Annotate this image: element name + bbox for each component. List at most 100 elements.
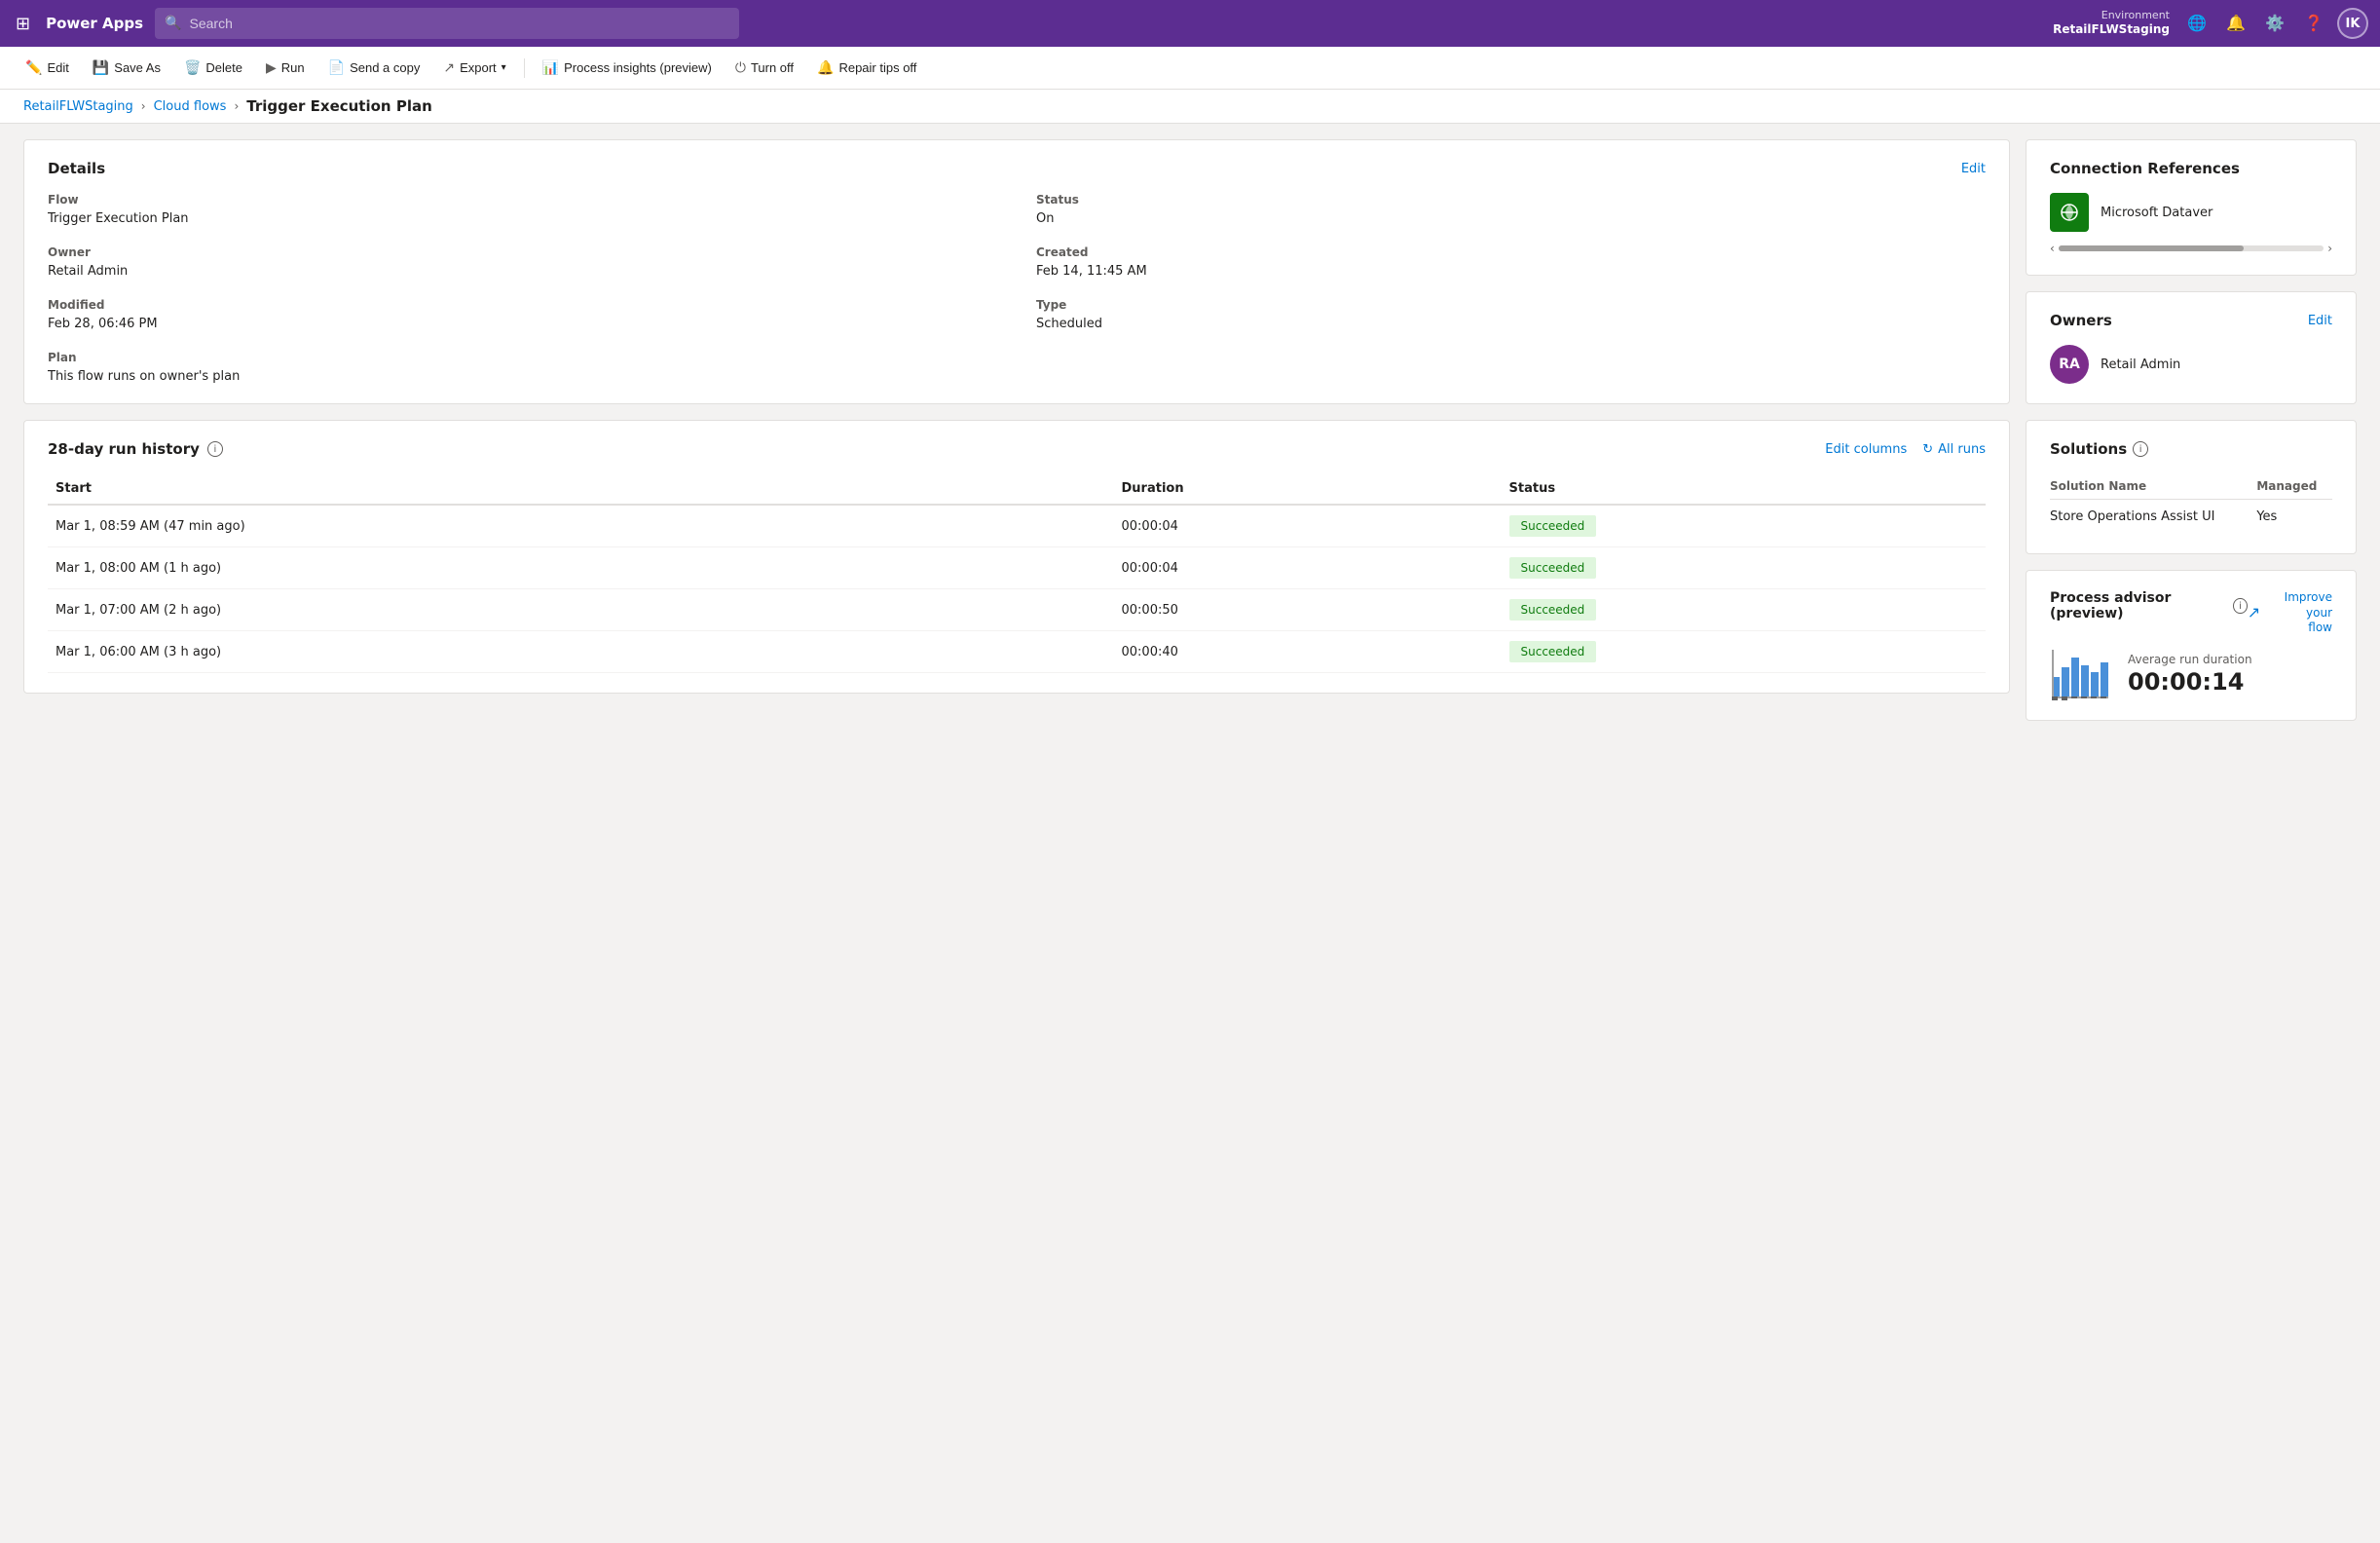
details-card-header: Details Edit [48,160,1986,177]
col-duration: Duration [1114,473,1502,505]
history-header: 28-day run history i Edit columns ↻ All … [48,440,1986,458]
owners-card: Owners Edit RA Retail Admin [2026,291,2357,404]
owners-edit-link[interactable]: Edit [2308,314,2332,328]
improve-flow-link[interactable]: ↗ Improve your flow [2248,590,2332,636]
details-edit-link[interactable]: Edit [1961,162,1986,176]
delete-button[interactable]: 🗑️ Delete [174,54,252,82]
col-start: Start [48,473,1114,505]
right-column: Connection References Microsoft Dataver … [2026,139,2357,1523]
scroll-thumb [2059,245,2245,251]
help-icon-btn[interactable]: ❓ [2298,8,2329,39]
toolbar-separator [524,58,525,78]
waffle-icon[interactable]: ⊞ [12,10,34,38]
edit-button[interactable]: ✏️ Edit [16,54,79,82]
owners-title: Owners [2050,312,2112,329]
status-value: On [1036,211,1054,226]
process-advisor-title: Process advisor (preview) [2050,590,2227,621]
detail-owner: Owner Retail Admin [48,245,997,279]
export-chevron-icon: ▾ [502,62,506,73]
detail-created: Created Feb 14, 11:45 AM [1036,245,1986,279]
owner-avatar: RA [2050,345,2089,384]
scroll-right-arrow[interactable]: › [2327,242,2332,255]
environment-icon-btn[interactable]: 🌐 [2181,8,2213,39]
left-column: Details Edit Flow Trigger Execution Plan… [23,139,2010,1523]
solutions-card: Solutions i Solution Name Managed Store … [2026,420,2357,554]
table-row[interactable]: Mar 1, 06:00 AM (3 h ago) 00:00:40 Succe… [48,631,1986,673]
run-duration: 00:00:50 [1114,589,1502,631]
process-insights-icon: 📊 [542,59,559,76]
status-label: Status [1036,193,1986,207]
process-chart-icon [2050,648,2112,700]
owner-item: RA Retail Admin [2050,345,2332,384]
solution-managed: Yes [2256,500,2332,535]
app-logo: Power Apps [46,15,143,32]
history-info-icon[interactable]: i [207,441,223,457]
details-grid: Flow Trigger Execution Plan Status On Ow… [48,193,1986,384]
improve-icon: ↗ [2248,603,2260,623]
search-icon: 🔍 [165,16,181,31]
status-badge: Succeeded [1509,599,1597,621]
turn-off-icon: ⏻ [735,59,746,76]
avatar[interactable]: IK [2337,8,2368,39]
created-value: Feb 14, 11:45 AM [1036,264,1147,279]
table-row[interactable]: Mar 1, 08:00 AM (1 h ago) 00:00:04 Succe… [48,547,1986,589]
solution-name: Store Operations Assist UI [2050,500,2256,535]
run-duration: 00:00:40 [1114,631,1502,673]
owner-name: Retail Admin [2101,358,2180,372]
run-start: Mar 1, 08:00 AM (1 h ago) [48,547,1114,589]
table-row[interactable]: Mar 1, 08:59 AM (47 min ago) 00:00:04 Su… [48,505,1986,547]
notification-icon-btn[interactable]: 🔔 [2220,8,2251,39]
run-status: Succeeded [1502,631,1987,673]
export-button[interactable]: ↗ Export ▾ [433,54,515,82]
list-item: Store Operations Assist UI Yes [2050,500,2332,535]
search-bar[interactable]: 🔍 [155,8,739,39]
history-card: 28-day run history i Edit columns ↻ All … [23,420,2010,694]
repair-tips-button[interactable]: 🔔 Repair tips off [807,54,926,82]
repair-tips-icon: 🔔 [817,59,834,76]
detail-status: Status On [1036,193,1986,226]
process-advisor-info-icon[interactable]: i [2233,598,2247,614]
breadcrumb-env-link[interactable]: RetailFLWStaging [23,99,133,114]
all-runs-link[interactable]: ↻ All runs [1922,442,1986,457]
history-title-group: 28-day run history i [48,440,223,458]
solutions-info-icon[interactable]: i [2133,441,2148,457]
save-as-icon: 💾 [93,59,109,76]
process-body: Average run duration 00:00:14 [2050,648,2332,700]
detail-type: Type Scheduled [1036,298,1986,331]
export-icon: ↗ [443,59,455,76]
process-insights-button[interactable]: 📊 Process insights (preview) [533,54,722,82]
details-card-title: Details [48,160,105,177]
solutions-table: Solution Name Managed Store Operations A… [2050,473,2332,534]
type-label: Type [1036,298,1986,312]
history-title: 28-day run history [48,440,200,458]
scroll-track [2059,245,2324,251]
nav-icons: 🌐 🔔 ⚙️ ❓ IK [2181,8,2368,39]
delete-icon: 🗑️ [184,59,201,76]
save-as-button[interactable]: 💾 Save As [83,54,170,82]
edit-columns-link[interactable]: Edit columns [1825,442,1907,457]
table-row[interactable]: Mar 1, 07:00 AM (2 h ago) 00:00:50 Succe… [48,589,1986,631]
search-input[interactable] [190,16,730,31]
send-copy-icon: 📄 [328,59,345,76]
run-status: Succeeded [1502,547,1987,589]
plan-label: Plan [48,351,997,364]
environment-info: Environment RetailFLWStaging [2053,9,2170,38]
send-copy-button[interactable]: 📄 Send a copy [318,54,430,82]
settings-icon-btn[interactable]: ⚙️ [2259,8,2290,39]
solutions-col-managed: Managed [2256,473,2332,500]
flow-label: Flow [48,193,997,207]
detail-plan: Plan This flow runs on owner's plan [48,351,997,384]
refresh-icon: ↻ [1922,442,1933,457]
breadcrumb-cloud-flows-link[interactable]: Cloud flows [154,99,227,114]
connection-item: Microsoft Dataver [2050,193,2332,232]
solutions-header: Solutions i [2050,440,2332,458]
scroll-left-arrow[interactable]: ‹ [2050,242,2055,255]
turn-off-button[interactable]: ⏻ Turn off [725,54,803,82]
run-button[interactable]: ▶ Run [256,54,315,82]
plan-value: This flow runs on owner's plan [48,369,240,384]
breadcrumb-current: Trigger Execution Plan [246,97,432,115]
run-icon: ▶ [266,59,277,76]
status-badge: Succeeded [1509,641,1597,662]
top-nav: ⊞ Power Apps 🔍 Environment RetailFLWStag… [0,0,2380,47]
process-title-group: Process advisor (preview) i [2050,590,2248,621]
